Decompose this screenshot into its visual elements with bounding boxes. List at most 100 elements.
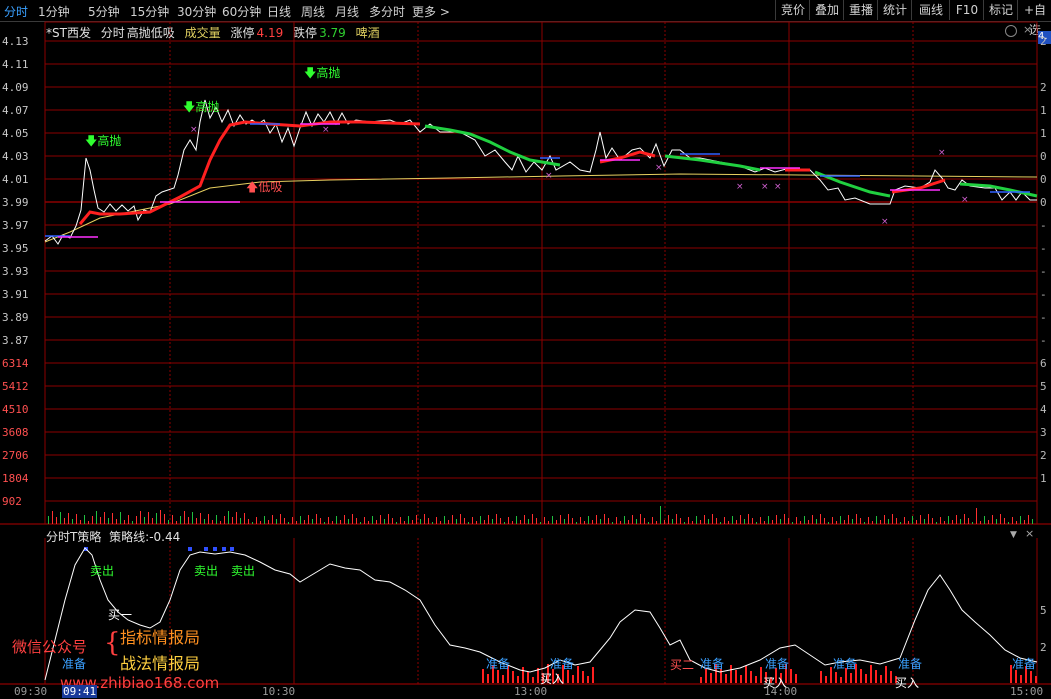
lower-panel-title[interactable]: 分时T策略 [46, 530, 101, 544]
trend-line-segments [78, 120, 1038, 225]
volume-bar [804, 516, 805, 524]
volume-bar [812, 515, 813, 524]
volume-bar [184, 511, 185, 524]
volume-bar [848, 515, 849, 524]
volume-bar [276, 519, 277, 524]
peak-marker [230, 547, 234, 551]
peak-marker [222, 547, 226, 551]
volume-bar [748, 514, 749, 524]
volume-bar [132, 521, 133, 524]
volume-bar [296, 521, 297, 524]
signal-bar [522, 667, 524, 683]
cross-marker: × [736, 182, 744, 192]
volume-tick-right: 6 [1040, 357, 1047, 370]
volume-bar [616, 517, 617, 524]
signal-bar [835, 672, 837, 683]
volume-bar [472, 517, 473, 524]
volume-bar [448, 520, 449, 524]
pct-tick: - [1040, 265, 1047, 278]
volume-tick-right: 4 [1040, 403, 1047, 416]
lower-tick-right: 5 [1040, 604, 1047, 617]
signal-bar [840, 677, 842, 683]
volume-bar [100, 517, 101, 524]
cross-marker: × [961, 195, 969, 205]
volume-bar [64, 518, 65, 524]
volume-bar [816, 519, 817, 524]
signal-prepare: 准备 [1012, 657, 1037, 671]
cross-marker: × [761, 182, 769, 192]
volume-bar [672, 519, 673, 524]
signal-markers: × × × × × × × × × × [45, 123, 1030, 238]
signal-low-buy: 🡅低吸 [246, 180, 283, 194]
volume-bar [904, 517, 905, 524]
time-tick: 15:00 [1010, 685, 1044, 698]
volume-bar [464, 518, 465, 524]
volume-bar [1024, 520, 1025, 524]
volume-bar [92, 516, 93, 524]
volume-tick-right: 5 [1040, 380, 1047, 393]
volume-bar [800, 521, 801, 524]
volume-tick-right: 1 [1040, 472, 1047, 485]
volume-bar [136, 516, 137, 524]
volume-bar [428, 518, 429, 524]
signal-sell: 卖出 [90, 564, 115, 578]
signal-bar [755, 676, 757, 683]
price-tick: 4.01 [2, 173, 29, 186]
signal-bar [1030, 671, 1032, 683]
volume-bar [292, 517, 293, 524]
volume-bar [492, 519, 493, 524]
volume-bar [424, 514, 425, 524]
volume-tick: 4510 [2, 403, 29, 416]
volume-bar [548, 521, 549, 524]
volume-bar [124, 520, 125, 524]
volume-bar [884, 515, 885, 524]
volume-bar [788, 518, 789, 524]
signal-sell: 卖出 [231, 564, 256, 578]
pct-tick: 0 [1040, 196, 1047, 209]
volume-bar [196, 518, 197, 524]
volume-bar [712, 514, 713, 524]
volume-bar [340, 520, 341, 524]
volume-bar [528, 519, 529, 524]
volume-bar [192, 512, 193, 524]
time-tick: 10:30 [262, 685, 296, 698]
price-tick: 3.87 [2, 334, 29, 347]
lower-panel-header: 分时T策略 策略线:-0.44 [46, 528, 180, 545]
volume-bar [376, 520, 377, 524]
volume-bar [928, 514, 929, 524]
volume-bar [452, 515, 453, 524]
volume-bar [316, 514, 317, 524]
pct-tick: - [1040, 334, 1047, 347]
volume-bar [836, 521, 837, 524]
volume-bar [876, 516, 877, 524]
pct-tick: 0 [1040, 150, 1047, 163]
down-arrow-icon: 🡇 [183, 100, 196, 114]
signal-high-sell: 🡇高抛 [85, 134, 122, 148]
signal-bar [1035, 676, 1037, 683]
lower-panel-close-icon[interactable]: × [1025, 527, 1034, 540]
volume-bar [620, 521, 621, 524]
volume-bar [1012, 517, 1013, 524]
volume-bar [200, 513, 201, 524]
price-tick: 3.97 [2, 219, 29, 232]
volume-tick: 902 [2, 495, 22, 508]
volume-bar [988, 520, 989, 524]
volume-bar [148, 512, 149, 524]
volume-bar [1020, 516, 1021, 524]
volume-bar [868, 517, 869, 524]
down-arrow-icon: 🡇 [304, 66, 317, 80]
signal-bar [725, 674, 727, 683]
volume-bar [984, 516, 985, 524]
volume-bar [212, 520, 213, 524]
volume-bar [520, 520, 521, 524]
signal-bar [532, 677, 534, 683]
volume-bar [888, 519, 889, 524]
lower-panel-dropdown-icon[interactable]: ▼ [1010, 530, 1017, 540]
volume-bar [116, 519, 117, 524]
volume-bar [832, 517, 833, 524]
volume-bars [48, 506, 1033, 524]
volume-bar [216, 515, 217, 524]
signal-bar [527, 672, 529, 683]
volume-bar [844, 520, 845, 524]
volume-bar [600, 519, 601, 524]
